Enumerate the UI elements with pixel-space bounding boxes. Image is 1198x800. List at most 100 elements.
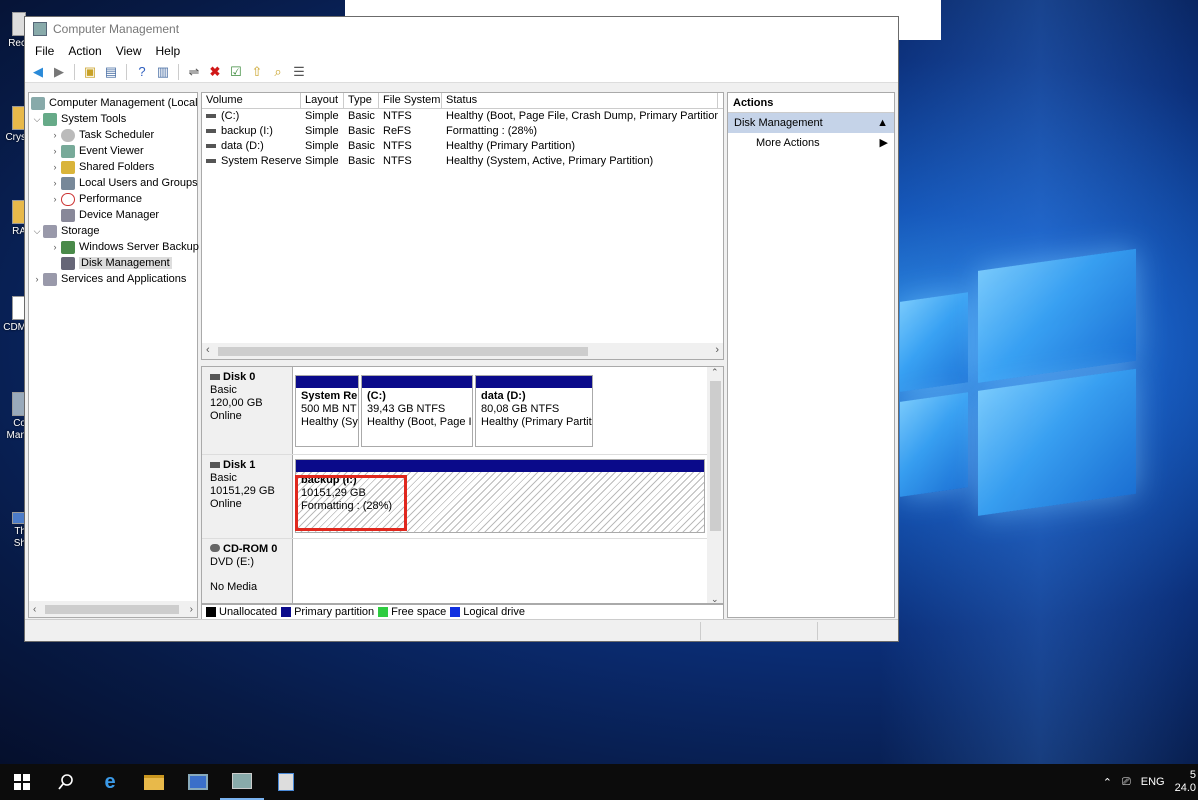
table-row[interactable]: (C:) Simple Basic NTFS Healthy (Boot, Pa… [202,109,723,124]
menu-help[interactable]: Help [149,44,188,58]
col-layout[interactable]: Layout [301,93,344,108]
tree-system-tools[interactable]: ⌵ System Tools [31,111,126,127]
network-icon[interactable]: ⎚ [1122,776,1131,789]
tree-windows-server-backup[interactable]: › Windows Server Backup [49,239,199,255]
windows-logo-wallpaper [900,238,1140,572]
partition-d[interactable]: data (D:) 80,08 GB NTFS Healthy (Primary P… [475,375,593,447]
file-explorer-icon[interactable] [132,764,176,800]
computer-management-taskbar-icon[interactable] [220,764,264,800]
disk-tool-taskbar-icon[interactable] [264,764,308,800]
forward-arrow-icon[interactable]: ▶ [50,63,68,81]
scroll-thumb[interactable] [218,347,588,356]
tree-disk-management[interactable]: Disk Management [61,255,172,271]
legend-free: Free space [378,606,446,618]
scroll-thumb[interactable] [45,605,179,614]
connect-icon[interactable]: ⇌ [185,63,203,81]
partition-system-reserved[interactable]: System Re 500 MB NT Healthy (Sy [295,375,359,447]
chevron-right-icon[interactable]: › [31,274,43,284]
volume-list-scrollbar[interactable]: ‹ › [202,343,723,359]
tree-root[interactable]: Computer Management (Local [31,95,198,111]
chevron-down-icon[interactable]: ⌵ [31,114,43,125]
delete-icon[interactable]: ✖ [206,63,224,81]
scroll-down-icon[interactable]: ⌄ [711,594,719,603]
desktop-icon-cdm[interactable]: CDM [0,296,26,334]
folder-up-icon[interactable]: ⇧ [248,63,266,81]
disk-1-row: Disk 1 Basic 10151,29 GB Online backup (… [202,455,708,539]
disk-0-info[interactable]: Disk 0 Basic 120,00 GB Online [202,367,293,454]
disk-1-info[interactable]: Disk 1 Basic 10151,29 GB Online [202,455,293,538]
col-status[interactable]: Status [442,93,718,108]
table-row[interactable]: backup (I:) Simple Basic ReFS Formatting… [202,124,723,139]
desktop-icon-ra[interactable]: RA [0,200,26,238]
show-hide-tree-icon[interactable]: ▤ [102,63,120,81]
tree-device-manager[interactable]: Device Manager [61,207,159,223]
chevron-right-icon[interactable]: › [49,178,61,188]
table-row[interactable]: data (D:) Simple Basic NTFS Healthy (Pri… [202,139,723,154]
col-type[interactable]: Type [344,93,379,108]
chevron-right-icon[interactable]: › [49,146,61,156]
legend-primary: Primary partition [281,606,374,618]
col-volume[interactable]: Volume [202,93,301,108]
up-folder-icon[interactable]: ▣ [81,63,99,81]
table-row[interactable]: System Reserved Simple Basic NTFS Health… [202,154,723,169]
help-icon[interactable]: ? [133,63,151,81]
search-icon[interactable] [44,764,88,800]
partition-c[interactable]: (C:) 39,43 GB NTFS Healthy (Boot, Page I [361,375,473,447]
disk-0-row: Disk 0 Basic 120,00 GB Online System Re 5… [202,367,708,455]
tree-performance[interactable]: › Performance [49,191,142,207]
properties-icon[interactable]: ☰ [290,63,308,81]
performance-icon [61,192,75,206]
scroll-up-icon[interactable]: ⌃ [711,367,719,378]
event-viewer-icon [61,144,75,158]
menu-action[interactable]: Action [61,44,108,58]
highlight-box [295,475,407,531]
col-file-system[interactable]: File System [379,93,442,108]
tree-horizontal-scrollbar[interactable]: ‹ › [29,601,197,617]
search-folder-icon[interactable]: ⌕ [269,63,287,81]
desktop-icon-recycle[interactable]: Rec [0,12,26,50]
cdrom-info[interactable]: CD-ROM 0 DVD (E:) No Media [202,539,293,603]
title-bar[interactable]: Computer Management [25,17,898,41]
desktop-icon-crys[interactable]: Crys [0,106,26,144]
chevron-right-icon[interactable]: › [49,242,61,252]
volume-list[interactable]: Volume Layout Type File System Status (C… [201,92,724,360]
internet-explorer-icon[interactable]: e [88,764,132,800]
check-icon[interactable]: ☑ [227,63,245,81]
chevron-right-icon: ▶ [879,137,888,149]
back-arrow-icon[interactable]: ◀ [29,63,47,81]
tree-shared-folders[interactable]: › Shared Folders [49,159,154,175]
tree-event-viewer[interactable]: › Event Viewer [49,143,144,159]
menu-view[interactable]: View [109,44,149,58]
tools-icon [43,112,57,126]
menu-file[interactable]: File [28,44,61,58]
clock[interactable]: 5 24.0 [1175,769,1196,795]
disk-icon [210,462,220,468]
desktop-icon-comp-mgmt[interactable]: Co Man [0,392,26,442]
scroll-right-icon[interactable]: › [190,604,193,615]
scroll-right-icon[interactable]: › [715,344,719,356]
tree-task-scheduler[interactable]: › Task Scheduler [49,127,154,143]
tree-local-users[interactable]: › Local Users and Groups [49,175,198,191]
computer-management-window[interactable]: Computer Management File Action View Hel… [24,16,899,642]
desktop-icon-shortcut[interactable]: Th Sh [0,512,26,550]
volume-icon [206,129,216,134]
status-bar [25,619,898,641]
scroll-left-icon[interactable]: ‹ [33,604,36,615]
chevron-right-icon[interactable]: › [49,130,61,140]
scroll-left-icon[interactable]: ‹ [206,344,210,356]
chevron-down-icon[interactable]: ⌵ [31,226,43,237]
disk-view-scrollbar[interactable]: ⌃ ⌄ [707,367,723,603]
tree-services-applications[interactable]: › Services and Applications [31,271,186,287]
server-manager-icon[interactable] [176,764,220,800]
actions-section-disk-management[interactable]: Disk Management ▲ [728,113,894,133]
language-indicator[interactable]: ENG [1141,776,1165,788]
chevron-right-icon[interactable]: › [49,162,61,172]
tree-storage[interactable]: ⌵ Storage [31,223,100,239]
chevron-right-icon[interactable]: › [49,194,61,204]
scroll-thumb[interactable] [710,381,721,531]
action-pane-icon[interactable]: ▥ [154,63,172,81]
collapse-icon[interactable]: ▲ [877,113,888,133]
more-actions[interactable]: More Actions ▶ [728,133,894,153]
chevron-up-icon[interactable]: ⌃ [1103,776,1112,789]
start-button[interactable] [0,764,44,800]
